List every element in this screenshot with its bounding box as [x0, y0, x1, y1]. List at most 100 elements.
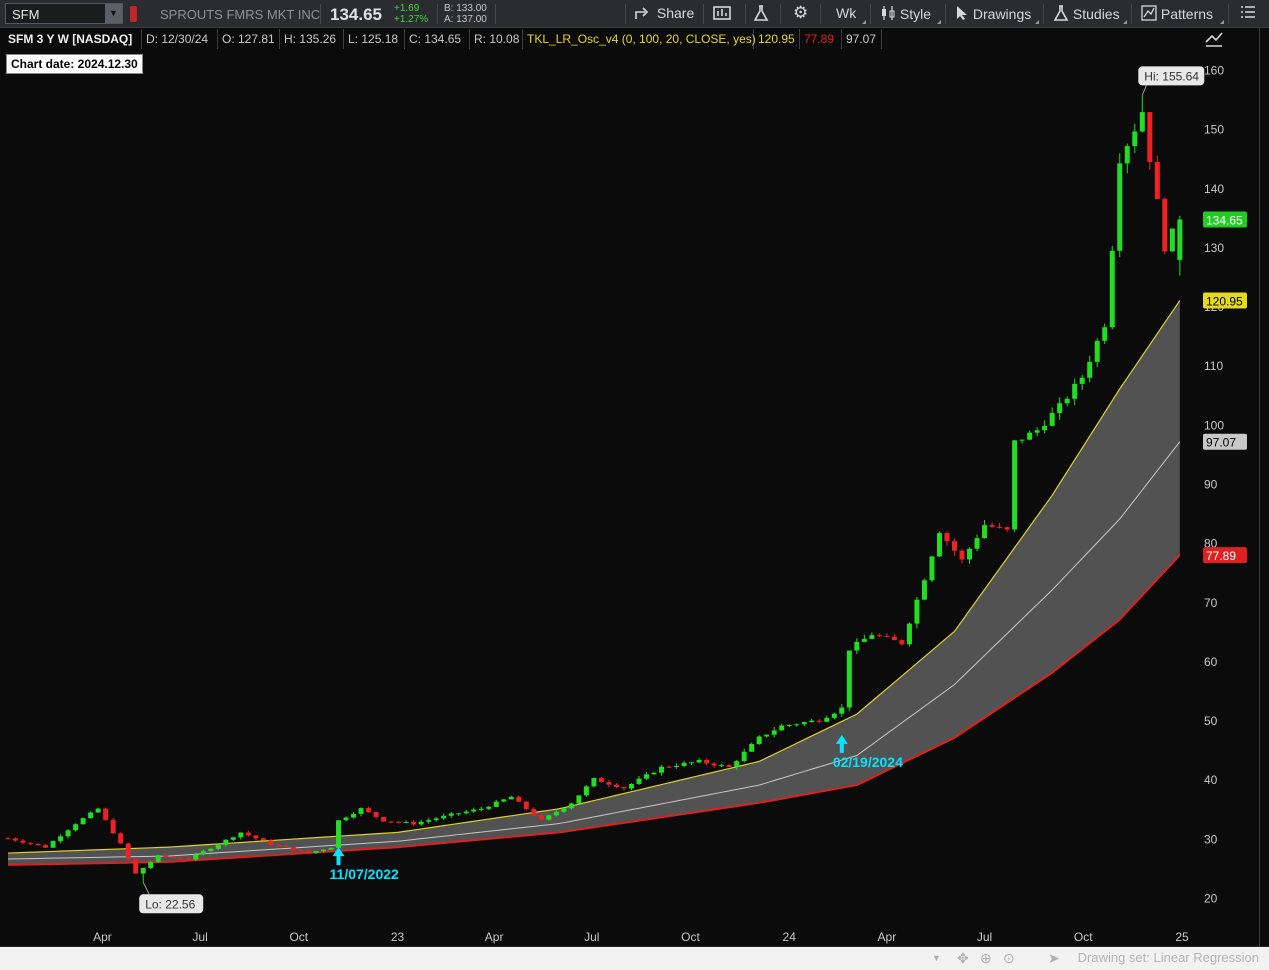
candle-body [501, 799, 507, 802]
collapse-icon[interactable]: ▼ [932, 953, 941, 963]
price-axis[interactable]: 2030405060708090100110120130140150160134… [1203, 64, 1247, 906]
y-tick-label: 40 [1204, 773, 1218, 787]
candle-body [388, 821, 394, 823]
candle-body [884, 635, 890, 637]
candle-body [298, 850, 304, 852]
candle-body [381, 816, 387, 822]
x-tick-label: Oct [681, 930, 700, 944]
candle-body [628, 783, 634, 789]
y-tick-label: 30 [1204, 832, 1218, 846]
candle-body [576, 795, 582, 804]
candle-body [163, 855, 169, 857]
bar-low: L: 125.18 [344, 29, 405, 49]
candle-body [644, 774, 650, 779]
candle-body [283, 845, 289, 848]
candle-body [674, 765, 680, 767]
candle-body [711, 763, 717, 766]
candle-body [704, 760, 710, 764]
y-tick-label: 20 [1204, 891, 1218, 905]
candle-body [929, 556, 935, 581]
candle-body [373, 812, 379, 817]
candle-body [133, 858, 139, 874]
candle-body [155, 855, 161, 863]
candle-body [666, 766, 672, 768]
x-tick-label: 25 [1175, 930, 1189, 944]
candle-body [493, 801, 499, 807]
candle-body [786, 724, 792, 726]
cursor-arrow-icon[interactable]: ➤ [1048, 950, 1060, 967]
bar-open: O: 127.81 [218, 29, 280, 49]
bar-high: H: 135.26 [280, 29, 344, 49]
candle-body [1102, 327, 1108, 341]
candle-body [28, 842, 34, 844]
price-tag-label: 134.65 [1206, 213, 1243, 227]
candle-body [1027, 432, 1033, 440]
scale-toggle-icon[interactable] [1204, 30, 1224, 53]
candle-body [426, 820, 432, 822]
candle-body [869, 635, 875, 639]
candle-body [478, 808, 484, 810]
candle-body [88, 812, 94, 819]
candle-body [313, 851, 319, 854]
x-tick-label: Apr [93, 930, 112, 944]
candle-body [621, 787, 627, 789]
candle-body [463, 811, 469, 814]
candle-body [328, 847, 334, 850]
candle-body [982, 525, 988, 539]
candle-body [944, 533, 950, 542]
pan-icon[interactable]: ✥ [957, 950, 969, 967]
candle-body [320, 849, 326, 852]
x-tick-label: Jul [977, 930, 992, 944]
candle-body [1057, 403, 1063, 414]
candle-body [516, 796, 522, 802]
candle-body [749, 743, 755, 752]
candle-body [125, 843, 131, 859]
candle-body [1049, 413, 1055, 426]
study-lower-value: 77.89 [800, 29, 842, 49]
candle-body [756, 736, 762, 744]
candle-body [659, 766, 665, 773]
candle-body [178, 857, 184, 859]
candle-body [95, 808, 101, 813]
study-name[interactable]: TKL_LR_Osc_v4 (0, 100, 20, CLOSE, yes) [523, 29, 756, 49]
candle-body [343, 817, 349, 821]
candle-body [245, 832, 251, 836]
x-tick-label: Oct [1074, 930, 1093, 944]
candle-body [876, 635, 882, 637]
candle-body [1064, 398, 1070, 404]
candle-body [861, 638, 867, 642]
candle-body [140, 867, 146, 874]
candle-body [43, 845, 49, 848]
crosshair-icon[interactable]: ⊕ [980, 950, 992, 967]
y-tick-label: 150 [1204, 123, 1224, 137]
candle-body [914, 599, 920, 624]
candle-body [997, 526, 1003, 528]
candle-body [1132, 131, 1138, 147]
candle-body [268, 840, 274, 845]
axis-divider [1259, 28, 1260, 947]
candle-body [1139, 112, 1145, 132]
bottom-bar: ▼ ✥ ⊕ ⊙ ➤ Drawing set: Linear Regression [0, 947, 1269, 970]
candle-body [891, 636, 897, 641]
candle-body [208, 848, 214, 852]
price-chart[interactable]: 11/07/202202/19/2024Hi: 155.64Lo: 22.56 … [0, 0, 1269, 947]
candle-body [336, 820, 342, 848]
x-tick-label: Apr [485, 930, 504, 944]
zoom-icon[interactable]: ⊙ [1003, 950, 1015, 967]
candle-body [1019, 439, 1025, 441]
candle-body [959, 550, 965, 560]
candle-body [193, 854, 199, 860]
candle-body [148, 862, 154, 868]
candle-body [418, 821, 424, 825]
time-axis[interactable]: Apr Jul Oct 23 Apr Jul Oct 24 Apr Jul Oct 25 [93, 930, 1189, 944]
candle-body [1154, 162, 1160, 200]
candle-body [591, 778, 597, 787]
lo-leader [142, 882, 150, 895]
drawing-set-label[interactable]: Drawing set: Linear Regression [1078, 950, 1259, 965]
candle-body [441, 815, 447, 819]
candle-body [1124, 146, 1130, 164]
y-tick-label: 50 [1204, 714, 1218, 728]
candle-body [951, 541, 957, 551]
candle-body [215, 844, 221, 849]
candlesticks [5, 95, 1183, 883]
